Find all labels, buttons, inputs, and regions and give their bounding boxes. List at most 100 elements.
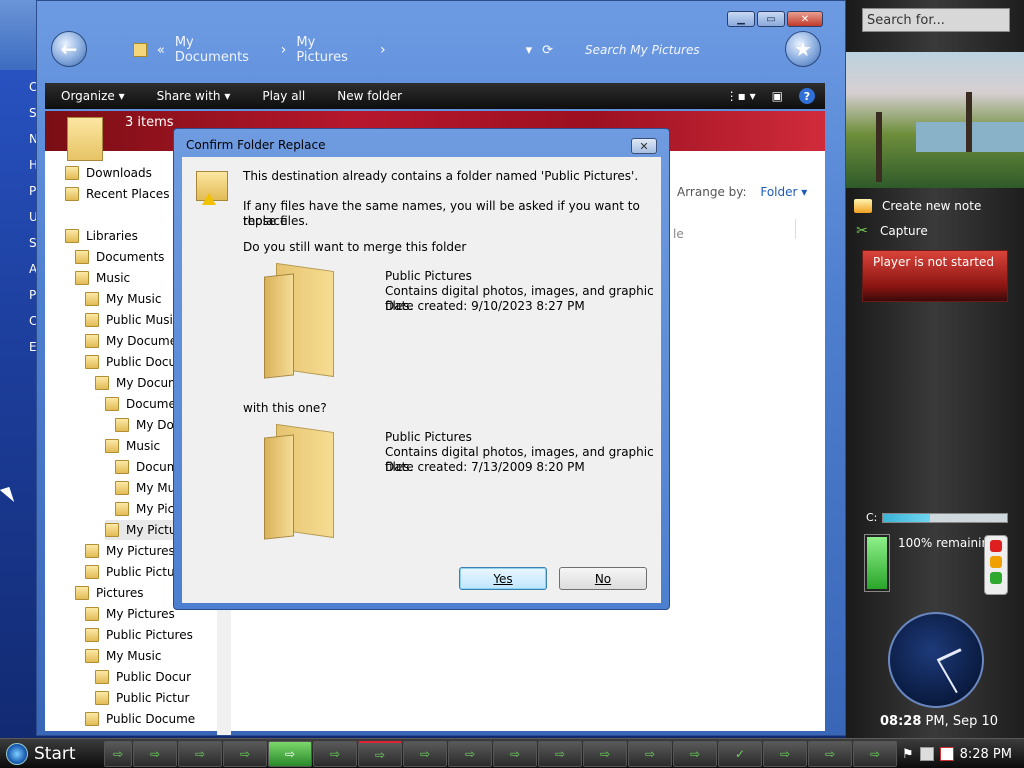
tree-item[interactable]: My Mu [115, 478, 175, 498]
favorites-button[interactable]: ★ [785, 31, 821, 67]
tree-item[interactable]: Documents [75, 247, 164, 267]
taskbar-app-button[interactable]: ⇨ [133, 741, 177, 767]
desktop-icon-label[interactable]: C [0, 80, 38, 106]
window-arrow-icon: ⇨ [419, 747, 431, 761]
yes-button[interactable]: Yes [459, 567, 547, 590]
tree-item-label: Pictures [96, 586, 144, 600]
taskbar-app-button[interactable]: ⇨ [808, 741, 852, 767]
taskbar-app-button[interactable]: ⇨ [538, 741, 582, 767]
create-note-link[interactable]: Create new note [854, 196, 981, 216]
taskbar-app-button[interactable]: ⇨ [104, 741, 132, 767]
tree-item[interactable]: My Documen [85, 331, 185, 351]
back-arrow-icon: ← [60, 37, 78, 61]
tree-item[interactable]: Public Docur [95, 667, 191, 687]
refresh-icon[interactable]: ⟳ [542, 43, 553, 58]
tree-item[interactable]: My Music [85, 289, 161, 309]
desktop-icon-label[interactable]: P [0, 184, 38, 210]
preview-pane-icon[interactable]: ▣ [772, 89, 783, 103]
desktop-icon-label[interactable]: S [0, 106, 38, 132]
tree-item[interactable]: Public Pictur [95, 688, 189, 708]
play-all-button[interactable]: Play all [246, 89, 321, 103]
analog-clock[interactable] [888, 612, 984, 708]
tree-item[interactable]: My Pict [115, 499, 179, 519]
start-button[interactable]: Start [0, 740, 96, 768]
no-button[interactable]: No [559, 567, 647, 590]
overflow-chevron-icon[interactable]: « [157, 43, 165, 58]
taskbar-app-button[interactable]: ⇨ [493, 741, 537, 767]
taskbar-app-button[interactable]: ⇨ [448, 741, 492, 767]
column-divider[interactable] [795, 219, 796, 239]
taskbar-app-button[interactable]: ⇨ [223, 741, 267, 767]
tree-item[interactable]: Music [105, 436, 160, 456]
slideshow-gadget[interactable] [846, 52, 1024, 188]
network-icon[interactable] [919, 747, 934, 761]
taskbar-app-button[interactable]: ⇨ [403, 741, 447, 767]
breadcrumb-separator-icon[interactable]: › [281, 42, 287, 58]
tree-item[interactable]: Public Docume [85, 709, 195, 729]
tree-item[interactable]: My Doc [115, 415, 180, 435]
tree-item[interactable]: Downloads [65, 163, 152, 183]
media-player-gadget[interactable]: Player is not started [862, 250, 1008, 302]
desktop-icon-label[interactable]: U [0, 210, 38, 236]
close-button[interactable]: ✕ [787, 11, 823, 27]
desktop-icon-label[interactable]: E [0, 340, 38, 366]
window-arrow-icon: ⇨ [599, 747, 611, 761]
taskbar-app-button[interactable]: ⇨ [268, 741, 312, 767]
breadcrumb-my-documents[interactable]: My Documents [175, 35, 271, 65]
column-header[interactable]: le [673, 227, 684, 241]
taskbar-app-button[interactable]: ⇨ [178, 741, 222, 767]
tree-item[interactable]: Music [75, 268, 130, 288]
desktop-icon-label[interactable]: C [0, 314, 38, 340]
search-input[interactable]: Search My Pictures [585, 39, 785, 61]
desktop-icon-label[interactable]: N [0, 132, 38, 158]
background-window[interactable] [0, 0, 40, 70]
view-options-icon[interactable]: ⋮▪ ▾ [726, 89, 756, 103]
tree-item[interactable]: My Pictures [85, 604, 175, 624]
breadcrumb-separator-icon[interactable]: › [380, 42, 386, 58]
taskbar-app-button[interactable]: ⇨ [358, 741, 402, 767]
flag-icon[interactable]: ⚑ [902, 747, 914, 762]
tree-item[interactable]: My Pictu [105, 520, 177, 540]
sidebar-search-input[interactable]: Search for... [862, 8, 1010, 32]
tree-item[interactable]: My Music [85, 646, 161, 666]
tree-item[interactable]: Documen [105, 394, 183, 414]
minimize-button[interactable]: ▁ [727, 11, 755, 27]
window-arrow-icon: ⇨ [329, 747, 341, 761]
address-dropdown-icon[interactable]: ▾ [526, 43, 533, 58]
volume-muted-icon[interactable] [939, 747, 954, 761]
help-icon[interactable]: ? [799, 88, 815, 104]
maximize-button[interactable]: ▭ [757, 11, 785, 27]
desktop-icon-label[interactable]: P [0, 288, 38, 314]
address-bar[interactable]: « My Documents › My Pictures › ▾ ⟳ [133, 35, 553, 65]
tree-item[interactable]: Libraries [65, 226, 138, 246]
desktop-icon-label[interactable]: S [0, 236, 38, 262]
share-with-menu[interactable]: Share with ▾ [141, 89, 247, 103]
taskbar-app-button[interactable]: ✓ [718, 741, 762, 767]
window-controls: ▁ ▭ ✕ [727, 11, 823, 27]
tree-item[interactable]: Public Docur [85, 352, 181, 372]
tree-item[interactable]: Docum [115, 457, 178, 477]
tree-item[interactable]: My Docum [95, 373, 180, 393]
desktop-icon-label[interactable]: H [0, 158, 38, 184]
tree-item[interactable]: My Pictures [85, 541, 175, 561]
window-arrow-icon: ⇨ [644, 747, 656, 761]
tree-item[interactable]: Pictures [75, 583, 144, 603]
new-folder-button[interactable]: New folder [321, 89, 418, 103]
tree-item[interactable]: Public Pictur [85, 562, 179, 582]
taskbar-app-button[interactable]: ⇨ [313, 741, 357, 767]
tree-item[interactable]: Recent Places [65, 184, 169, 204]
taskbar-app-button[interactable]: ⇨ [763, 741, 807, 767]
dialog-close-button[interactable]: ✕ [631, 138, 657, 154]
tree-item[interactable]: Public Pictures [85, 625, 193, 645]
taskbar-app-button[interactable]: ⇨ [673, 741, 717, 767]
tray-time[interactable]: 8:28 PM [960, 747, 1012, 762]
desktop-icon-label[interactable]: A [0, 262, 38, 288]
taskbar-app-button[interactable]: ⇨ [628, 741, 672, 767]
organize-menu[interactable]: Organize ▾ [45, 89, 141, 103]
capture-link[interactable]: ✂ Capture [854, 221, 928, 241]
taskbar-app-button[interactable]: ⇨ [583, 741, 627, 767]
breadcrumb-my-pictures[interactable]: My Pictures [296, 35, 370, 65]
arrange-by-dropdown[interactable]: Folder ▾ [760, 185, 807, 199]
back-button[interactable]: ← [51, 31, 87, 67]
tree-item[interactable]: Public Music [85, 310, 179, 330]
